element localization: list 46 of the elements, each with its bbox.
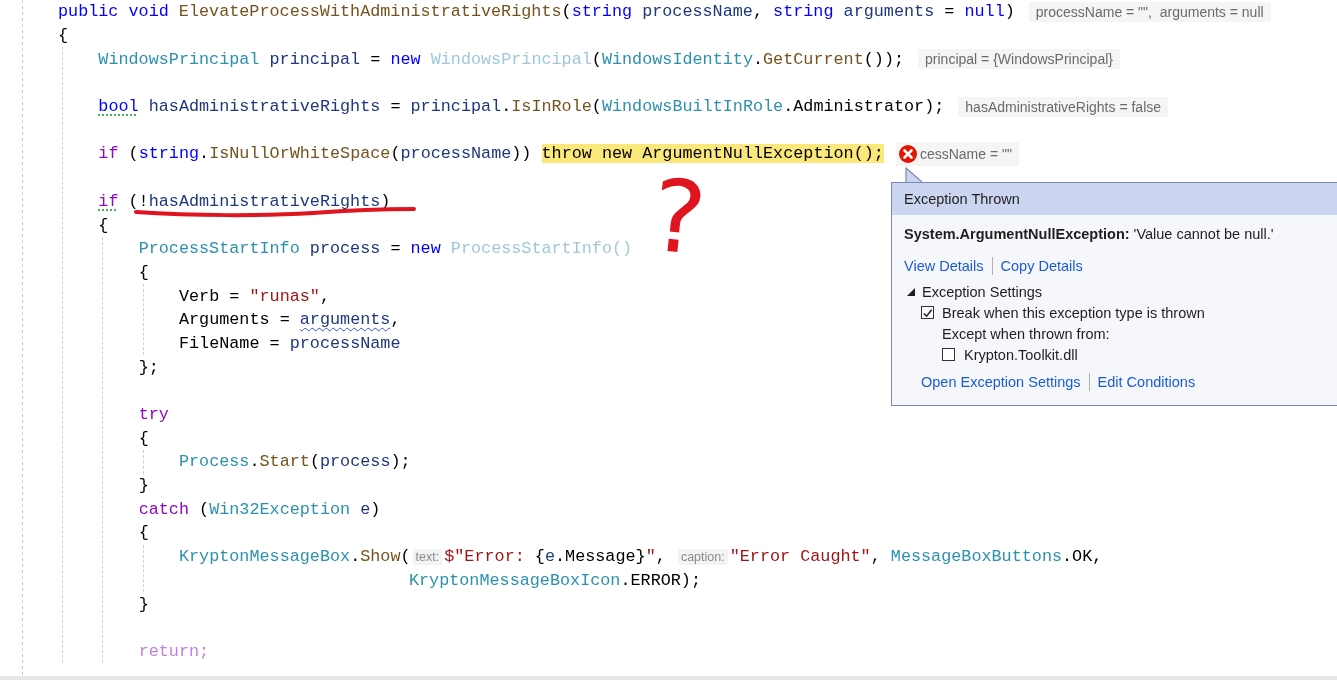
checkbox[interactable] bbox=[921, 306, 934, 319]
code-line: }; bbox=[138, 357, 159, 377]
code-line: Verb = "runas", bbox=[178, 286, 330, 306]
checkbox-label: Krypton.Toolkit.dll bbox=[964, 346, 1078, 363]
code-line: } bbox=[138, 476, 149, 496]
code-line: KryptonMessageBox.Show( text: $"Error: {e.Message}", caption: "Error Caught", MessageBoxButtons.OK, bbox=[178, 547, 1103, 567]
popup-link[interactable]: Open Exception Settings bbox=[921, 374, 1081, 390]
popup-link[interactable]: View Details bbox=[904, 258, 984, 274]
datatip[interactable]: hasAdministrativeRights = false bbox=[958, 96, 1169, 117]
code-line: { bbox=[138, 262, 149, 282]
code-line: bool hasAdministrativeRights = principal.IsInRole(WindowsBuiltInRole.Administrator); bbox=[98, 97, 945, 117]
indent-guide bbox=[142, 450, 144, 474]
datatip-text: principal = {WindowsPrincipal} bbox=[925, 51, 1113, 68]
code-line: { bbox=[98, 215, 109, 235]
datatip[interactable]: cessName = "" bbox=[895, 141, 1019, 166]
except-label: Except when thrown from: bbox=[942, 325, 1110, 342]
code-line: KryptonMessageBoxIcon.ERROR); bbox=[408, 570, 701, 590]
datatip-text: processName = "", arguments = null bbox=[1035, 3, 1264, 20]
popup-link[interactable]: Edit Conditions bbox=[1097, 374, 1196, 390]
indent-guide bbox=[142, 284, 144, 356]
code-line: WindowsPrincipal principal = new WindowsPrincipal(WindowsIdentity.GetCurrent()); bbox=[98, 49, 905, 69]
code-line: { bbox=[138, 523, 149, 543]
code-line: return; bbox=[138, 641, 210, 661]
indent-guide bbox=[142, 544, 144, 593]
code-line: FileName = processName bbox=[178, 333, 401, 353]
datatip-text: cessName = "" bbox=[919, 145, 1012, 162]
handwritten-question-mark: ? bbox=[646, 165, 711, 271]
code-line: Process.Start(process); bbox=[178, 452, 411, 472]
popup-link[interactable]: Copy Details bbox=[1000, 258, 1083, 274]
datatip-text: hasAdministrativeRights = false bbox=[965, 98, 1162, 115]
datatip[interactable]: processName = "", arguments = null bbox=[1028, 1, 1271, 22]
code-line: } bbox=[138, 594, 149, 614]
section-label: Exception Settings bbox=[922, 283, 1043, 300]
checkbox-label: Break when this exception type is thrown bbox=[942, 304, 1205, 321]
datatip[interactable]: principal = {WindowsPrincipal} bbox=[918, 49, 1120, 70]
exception-message: System.ArgumentNullException: 'Value cannot be null.' bbox=[904, 225, 1275, 244]
collapse-triangle-icon[interactable] bbox=[906, 286, 916, 297]
code-line: try bbox=[138, 405, 169, 425]
code-line: if (string.IsNullOrWhiteSpace(processName)) throw new ArgumentNullException(); bbox=[98, 144, 884, 164]
checkbox[interactable] bbox=[942, 348, 955, 361]
code-line: catch (Win32Exception e) bbox=[138, 499, 381, 519]
code-line: ProcessStartInfo process = new ProcessStartInfo() bbox=[138, 239, 633, 259]
code-line: Arguments = arguments, bbox=[178, 310, 401, 330]
code-line: { bbox=[58, 26, 69, 46]
code-line: public void ElevateProcessWithAdministrativeRights(string processName, string arguments = null) bbox=[58, 2, 1015, 22]
code-line: { bbox=[138, 428, 149, 448]
